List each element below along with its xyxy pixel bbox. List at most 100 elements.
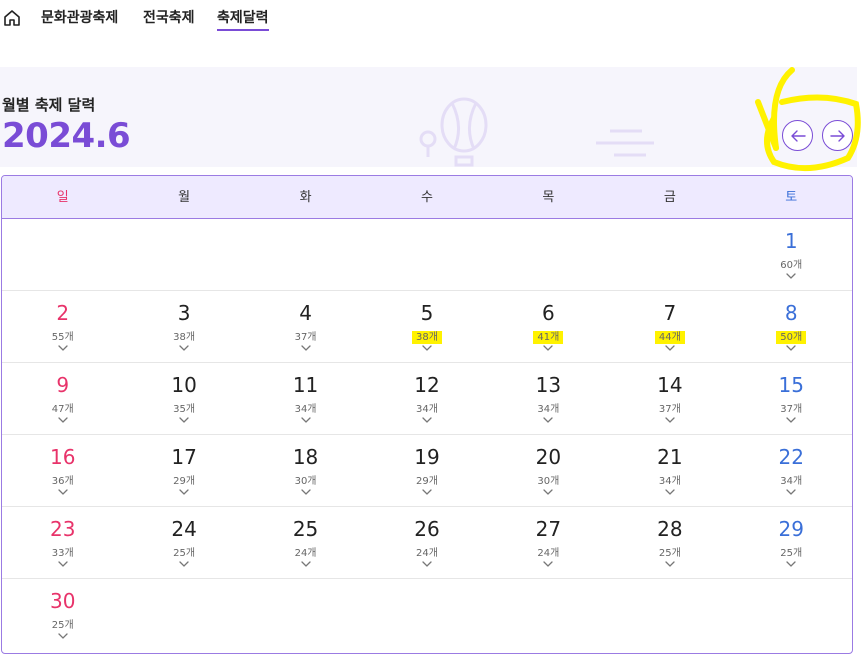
day-number: 4 [299,301,312,325]
day-number: 18 [292,445,319,469]
day-number: 21 [657,445,683,469]
calendar-day-cell[interactable]: 21 34개 [609,435,730,506]
festival-count: 36개 [51,476,74,487]
home-icon[interactable] [3,9,21,27]
calendar-day-cell[interactable]: 25 24개 [245,507,366,578]
chevron-down-icon[interactable] [179,416,189,424]
calendar-day-cell[interactable]: 18 30개 [245,435,366,506]
chevron-down-icon[interactable] [786,272,796,280]
chevron-down-icon[interactable] [665,416,675,424]
calendar-week-row: 2 55개 3 38개 4 37개 5 38개 6 41개 7 44개 8 50개 [2,291,852,363]
day-number: 2 [56,301,70,325]
calendar-day-cell[interactable]: 28 25개 [609,507,730,578]
calendar-day-cell[interactable]: 22 34개 [731,435,852,506]
day-number: 25 [292,517,319,541]
festival-count: 25개 [780,548,803,559]
chevron-down-icon[interactable] [543,344,554,352]
festival-count: 30개 [294,476,317,487]
calendar-day-cell[interactable]: 17 29개 [123,435,244,506]
calendar-empty-cell [123,219,244,290]
chevron-down-icon[interactable] [422,560,432,568]
calendar-day-cell[interactable]: 1 60개 [731,219,852,290]
prev-month-button[interactable] [782,120,813,151]
chevron-down-icon[interactable] [786,488,796,496]
chevron-down-icon[interactable] [543,560,554,568]
chevron-down-icon[interactable] [179,344,189,352]
next-month-button[interactable] [822,120,853,151]
nav-festival-calendar[interactable]: 축제달력 [217,9,269,31]
calendar-day-cell[interactable]: 2 55개 [2,291,123,362]
day-number: 1 [784,229,798,253]
chevron-down-icon[interactable] [665,488,675,496]
day-number: 27 [535,517,562,541]
chevron-down-icon[interactable] [58,416,68,424]
chevron-down-icon[interactable] [786,416,796,424]
nav-festival-tourism[interactable]: 문화관광축제 [41,9,118,27]
chevron-down-icon[interactable] [58,488,68,496]
calendar-empty-cell [366,579,487,651]
calendar-day-cell[interactable]: 7 44개 [609,291,730,362]
chevron-down-icon[interactable] [422,344,432,352]
chevron-down-icon[interactable] [179,488,189,496]
calendar-day-cell[interactable]: 12 34개 [366,363,487,434]
calendar-day-cell[interactable]: 10 35개 [123,363,244,434]
chevron-down-icon[interactable] [300,560,311,568]
festival-count: 30개 [537,476,560,487]
chevron-down-icon[interactable] [300,488,311,496]
calendar-day-cell[interactable]: 6 41개 [488,291,609,362]
calendar-day-cell[interactable]: 15 37개 [731,363,852,434]
day-number: 26 [414,517,440,541]
chevron-down-icon[interactable] [300,344,311,352]
chevron-down-icon[interactable] [665,560,675,568]
festival-count: 25개 [51,620,74,631]
chevron-down-icon[interactable] [543,488,554,496]
calendar-empty-cell [123,579,244,651]
calendar-day-cell[interactable]: 5 38개 [366,291,487,362]
calendar-empty-cell [731,579,852,651]
chevron-down-icon[interactable] [665,344,675,352]
calendar-day-cell[interactable]: 23 33개 [2,507,123,578]
day-number: 24 [171,517,197,541]
chevron-down-icon[interactable] [543,416,554,424]
calendar-day-cell[interactable]: 4 37개 [245,291,366,362]
chevron-down-icon[interactable] [786,344,796,352]
chevron-down-icon[interactable] [422,488,432,496]
chevron-down-icon[interactable] [58,632,68,640]
nav-national-festivals[interactable]: 전국축제 [143,9,195,27]
chevron-down-icon[interactable] [179,560,189,568]
chevron-down-icon[interactable] [300,416,311,424]
calendar-day-cell[interactable]: 3 38개 [123,291,244,362]
calendar-day-cell[interactable]: 19 29개 [366,435,487,506]
chevron-down-icon[interactable] [422,416,432,424]
calendar-day-cell[interactable]: 24 25개 [123,507,244,578]
calendar-week-row: 16 36개 17 29개 18 30개 19 29개 20 30개 21 34개 22 34개 [2,435,852,507]
festival-count: 35개 [173,404,196,415]
calendar-grid: 1 60개 2 55개 3 38개 4 37개 5 38개 6 41개 7 44개 8 50개 9 47개 10 35… [2,219,852,651]
day-number: 6 [542,301,555,325]
calendar-day-cell[interactable]: 30 25개 [2,579,123,651]
calendar-day-cell[interactable]: 26 24개 [366,507,487,578]
top-nav: 문화관광축제 전국축제 축제달력 [0,0,868,40]
calendar-day-cell[interactable]: 13 34개 [488,363,609,434]
chevron-down-icon[interactable] [786,560,796,568]
chevron-down-icon[interactable] [58,560,68,568]
calendar-week-row: 9 47개 10 35개 11 34개 12 34개 13 34개 14 37개 15 37개 [2,363,852,435]
festival-count: 38개 [173,332,196,343]
day-number: 17 [171,445,197,469]
day-number: 11 [292,373,319,397]
festival-count: 50개 [776,331,807,344]
chevron-down-icon[interactable] [58,344,68,352]
calendar-day-cell[interactable]: 20 30개 [488,435,609,506]
festival-count: 34개 [780,476,803,487]
calendar-day-cell[interactable]: 14 37개 [609,363,730,434]
calendar-day-cell[interactable]: 29 25개 [731,507,852,578]
calendar-day-cell[interactable]: 9 47개 [2,363,123,434]
calendar-day-cell[interactable]: 8 50개 [731,291,852,362]
calendar-day-cell[interactable]: 11 34개 [245,363,366,434]
weekday-fri: 금 [663,190,676,205]
festival-count: 37개 [294,332,317,343]
calendar-day-cell[interactable]: 27 24개 [488,507,609,578]
day-number: 10 [171,373,197,397]
calendar-empty-cell [245,579,366,651]
calendar-day-cell[interactable]: 16 36개 [2,435,123,506]
